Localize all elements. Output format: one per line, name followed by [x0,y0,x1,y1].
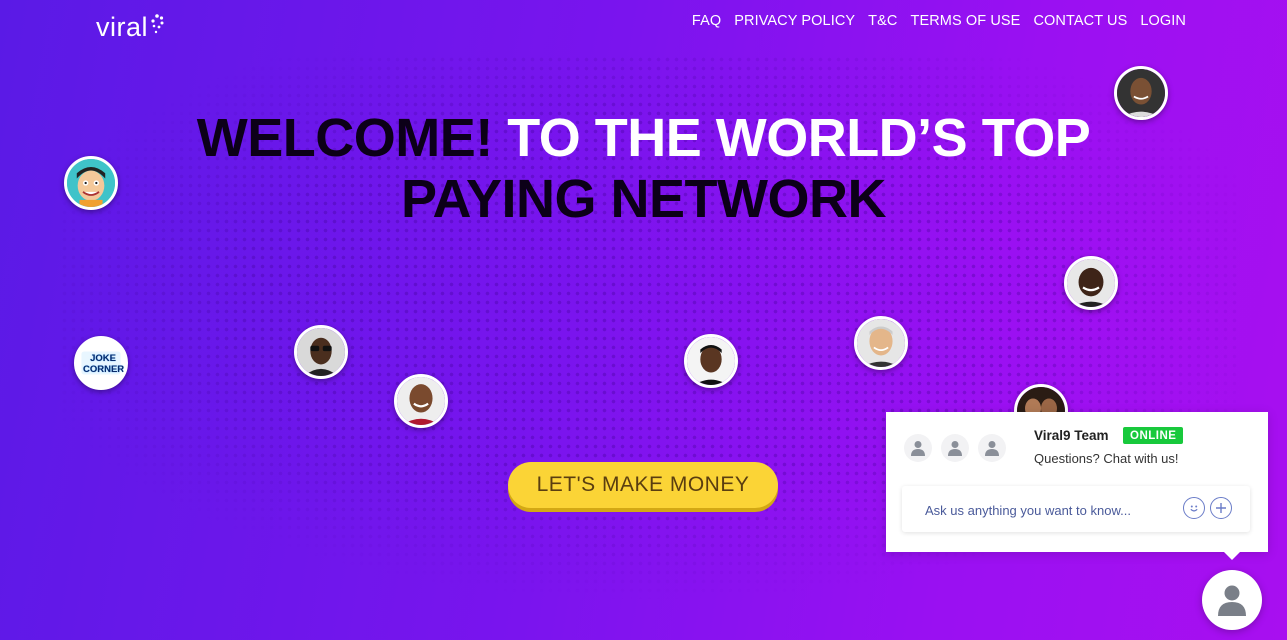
avatar-man-right[interactable] [1064,256,1118,310]
avatar-man-top-right[interactable] [1114,66,1168,120]
smiley-icon[interactable] [1183,497,1205,519]
avatar-man-glasses[interactable] [294,325,348,379]
agent-avatar-icon [904,434,932,462]
avatar-joke-corner[interactable]: JOKE CORNER [74,336,128,390]
chat-agents [904,434,1006,462]
person-photo-icon [1067,259,1115,307]
lets-make-money-button[interactable]: LET'S MAKE MONEY [508,462,778,508]
chat-message-input[interactable] [902,486,1197,534]
person-photo-icon [687,337,735,385]
avatar-older-man[interactable] [854,316,908,370]
logo-text: viral [96,12,149,42]
joke-corner-text: JOKE CORNER [83,353,125,375]
person-photo-icon [1117,69,1165,117]
agent-avatar-icon [978,434,1006,462]
avatar-young-man[interactable] [684,334,738,388]
chat-input-container [902,486,1250,534]
nav-login[interactable]: LOGIN [1140,13,1186,29]
agent-avatar-icon [941,434,969,462]
avatar-man-smiling[interactable] [394,374,448,428]
top-nav: FAQ PRIVACY POLICY T&C TERMS OF USE CONT… [692,13,1186,29]
logo-dots-icon [151,13,164,33]
nav-contact-us[interactable]: CONTACT US [1033,13,1127,29]
logo[interactable]: viral [96,12,164,43]
hero-headline: WELCOME! TO THE WORLD’S TOP PAYING NETWO… [0,108,1287,230]
plus-icon[interactable] [1210,497,1232,519]
chat-subtitle: Questions? Chat with us! [1034,451,1179,466]
nav-privacy-policy[interactable]: PRIVACY POLICY [734,13,855,29]
headline-welcome: WELCOME! [196,108,493,168]
person-photo-icon [397,377,445,425]
user-silhouette-icon [1218,585,1246,616]
person-photo-icon [857,319,905,367]
headline-worlds-top: TO THE WORLD’S TOP [492,108,1091,168]
nav-faq[interactable]: FAQ [692,13,721,29]
chat-launcher-button[interactable] [1202,570,1262,630]
chat-widget: Viral9 Team ONLINE Questions? Chat with … [886,412,1268,560]
cartoon-face-icon [67,159,115,207]
person-photo-icon [297,328,345,376]
avatar-cartoon[interactable] [64,156,118,210]
chat-team-name: Viral9 Team [1034,428,1109,443]
headline-paying-network: PAYING NETWORK [400,169,887,229]
nav-terms-of-use[interactable]: TERMS OF USE [910,13,1020,29]
nav-tc[interactable]: T&C [868,13,897,29]
chat-online-badge: ONLINE [1123,427,1184,444]
